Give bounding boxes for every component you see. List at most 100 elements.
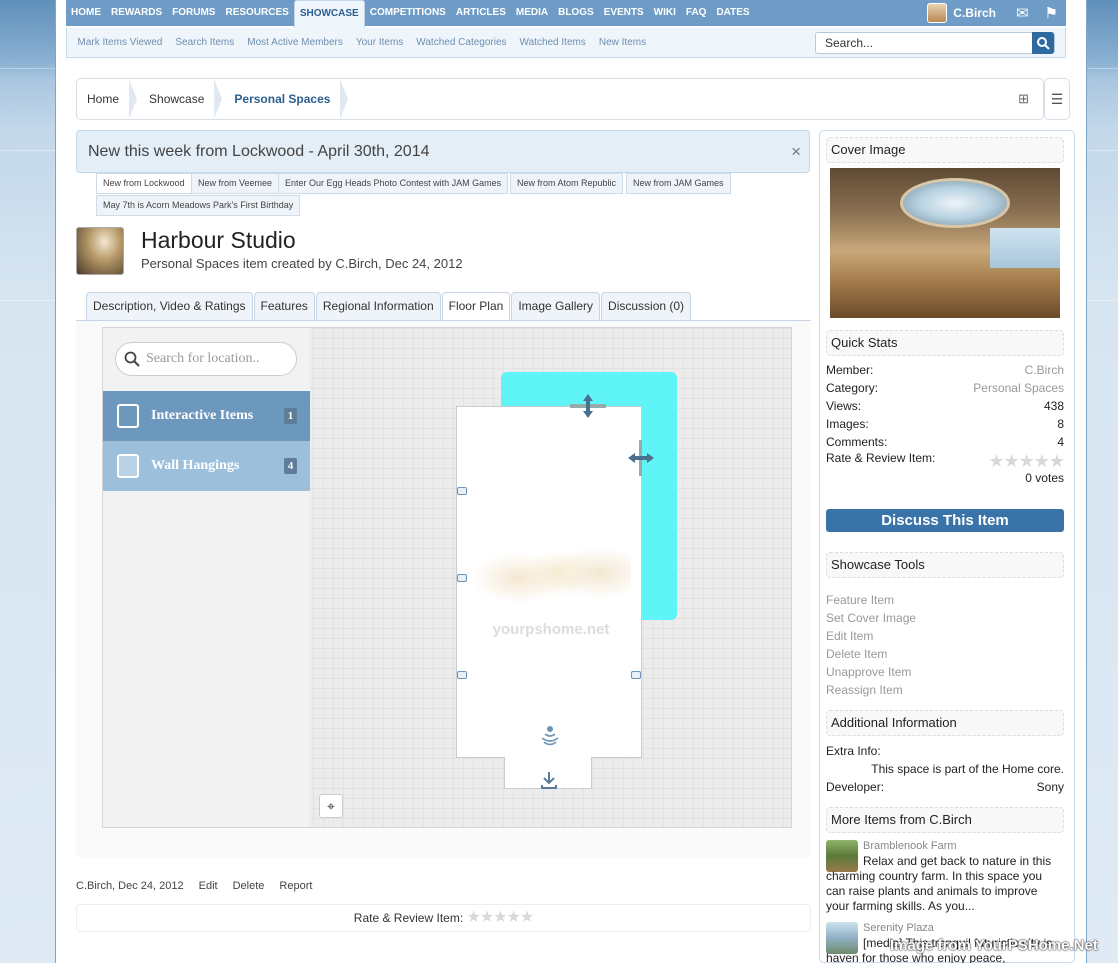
subnav-your-items[interactable]: Your Items [349,37,409,48]
tool-unapprove-item[interactable]: Unapprove Item [826,665,911,679]
discuss-item-button[interactable]: Discuss This Item [826,509,1064,532]
notice-box: New this week from Lockwood - April 30th… [76,130,810,173]
notice-tab-veemee[interactable]: New from Veemee [191,173,280,194]
nav-tab-resources[interactable]: RESOURCES [220,0,293,26]
close-icon[interactable]: × [791,142,801,162]
nav-tab-forums[interactable]: FORUMS [167,0,220,26]
rating-stars[interactable]: ★★★★★ [467,909,535,926]
camera-marker-icon[interactable] [457,487,467,495]
resize-horizontal-icon[interactable] [627,440,655,476]
more-item-name[interactable]: Serenity Plaza [863,922,934,934]
inbox-icon[interactable]: ✉ [1016,4,1029,22]
subnav-most-active[interactable]: Most Active Members [241,37,350,48]
nav-tab-showcase[interactable]: SHOWCASE [293,0,365,28]
item-sidebar: Cover Image Quick Stats Member: C.Birch C… [819,130,1075,963]
sitemap-icon[interactable]: ⊞ [1018,91,1029,107]
map-search-input[interactable]: Search for location.. [115,342,297,376]
item-thumbnail[interactable] [76,227,124,275]
item-title: Harbour Studio [141,227,296,253]
delete-link[interactable]: Delete [233,880,265,892]
member-link[interactable]: C.Birch [1025,363,1064,377]
nav-tab-events[interactable]: EVENTS [599,0,649,26]
camera-marker-icon[interactable] [457,574,467,582]
tool-set-cover-image[interactable]: Set Cover Image [826,611,916,625]
breadcrumb: Home Showcase Personal Spaces ⊞ [76,78,1044,120]
tool-delete-item[interactable]: Delete Item [826,647,887,661]
user-avatar[interactable] [927,3,948,23]
more-item-name[interactable]: Bramblenook Farm [863,840,957,852]
showcase-tools-heading: Showcase Tools [826,552,1064,578]
breadcrumb-showcase[interactable]: Showcase [139,79,224,119]
extra-info-value: This space is part of the Home core. [871,762,1064,776]
tab-discussion[interactable]: Discussion (0) [601,292,692,321]
nav-tab-media[interactable]: MEDIA [511,0,553,26]
nav-tab-dates[interactable]: DATES [711,0,754,26]
subnav-search-items[interactable]: Search Items [169,37,241,48]
camera-icon [117,454,139,478]
tab-floor-plan[interactable]: Floor Plan [441,292,511,322]
subnav-watched-categories[interactable]: Watched Categories [410,37,513,48]
nav-tab-home[interactable]: HOME [66,0,106,26]
sidebar-rating-stars[interactable]: ★★★★★ [988,451,1065,472]
nav-tab-competitions[interactable]: COMPETITIONS [365,0,451,26]
search-input[interactable]: Search... [815,32,1055,54]
search-icon [1036,36,1050,50]
user-name[interactable]: C.Birch [953,6,996,20]
additional-info-heading: Additional Information [826,710,1064,736]
nav-tab-rewards[interactable]: REWARDS [106,0,167,26]
camera-marker-icon[interactable] [631,671,641,679]
breadcrumb-personal-spaces[interactable]: Personal Spaces [224,79,350,119]
interactive-item-marker-icon[interactable] [539,724,561,746]
cover-image[interactable] [830,168,1060,318]
subnav-watched-items[interactable]: Watched Items [513,37,592,48]
sub-nav: Mark Items Viewed Search Items Most Acti… [66,28,1066,58]
floor-plan-map[interactable]: Search for location.. Interactive Items … [102,327,792,828]
post-footer: C.Birch, Dec 24, 2012 Edit Delete Report [76,880,327,892]
map-category-count: 1 [284,408,297,424]
tool-feature-item[interactable]: Feature Item [826,593,894,607]
stat-views: Views: 438 [826,399,1064,413]
subnav-mark-viewed[interactable]: Mark Items Viewed [71,37,169,48]
notice-tab-acorn-meadows[interactable]: May 7th is Acorn Meadows Park's First Bi… [96,195,301,216]
notice-tab-lockwood[interactable]: New from Lockwood [96,173,192,194]
extra-info-label: Extra Info: [826,744,881,758]
tab-image-gallery[interactable]: Image Gallery [511,292,601,321]
developer-row: Developer: Sony [826,780,1064,794]
notice-tab-atom-republic[interactable]: New from Atom Republic [510,173,624,194]
resize-vertical-icon[interactable] [570,392,606,420]
cover-image-heading: Cover Image [826,137,1064,163]
breadcrumb-home[interactable]: Home [77,79,139,119]
map-category-interactive-items[interactable]: Interactive Items 1 [103,391,310,441]
tool-edit-item[interactable]: Edit Item [826,629,873,643]
map-sidebar: Search for location.. Interactive Items … [103,328,310,827]
download-icon[interactable] [539,770,559,790]
nav-tab-articles[interactable]: ARTICLES [451,0,511,26]
alerts-flag-icon[interactable]: ⚑ [1045,4,1058,22]
stat-category: Category: Personal Spaces [826,381,1064,395]
tab-features[interactable]: Features [253,292,315,321]
stat-member: Member: C.Birch [826,363,1064,377]
map-category-count: 4 [284,458,297,474]
report-link[interactable]: Report [279,880,312,892]
search-placeholder: Search... [825,36,874,50]
locate-icon[interactable]: ⌖ [319,794,343,818]
nav-tab-blogs[interactable]: BLOGS [553,0,599,26]
tool-reassign-item[interactable]: Reassign Item [826,683,903,697]
tab-regional-information[interactable]: Regional Information [315,292,441,321]
subnav-new-items[interactable]: New Items [592,37,652,48]
camera-marker-icon[interactable] [457,671,467,679]
rate-label: Rate & Review Item: [353,911,464,925]
edit-link[interactable]: Edit [199,880,218,892]
post-author-date[interactable]: C.Birch, Dec 24, 2012 [76,880,184,892]
rate-review-bar: Rate & Review Item: ★★★★★ [76,904,811,932]
search-button[interactable] [1032,32,1054,54]
menu-list-icon[interactable]: ☰ [1044,78,1070,120]
category-link[interactable]: Personal Spaces [973,381,1064,395]
nav-tab-faq[interactable]: FAQ [681,0,712,26]
map-category-wall-hangings[interactable]: Wall Hangings 4 [103,441,310,491]
tab-description[interactable]: Description, Video & Ratings [86,292,253,321]
notice-tab-egg-heads[interactable]: Enter Our Egg Heads Photo Contest with J… [278,173,509,194]
notice-tab-jam-games[interactable]: New from JAM Games [626,173,731,194]
page: HOME REWARDS FORUMS RESOURCES SHOWCASE C… [56,0,1086,963]
nav-tab-wiki[interactable]: WIKI [649,0,681,26]
